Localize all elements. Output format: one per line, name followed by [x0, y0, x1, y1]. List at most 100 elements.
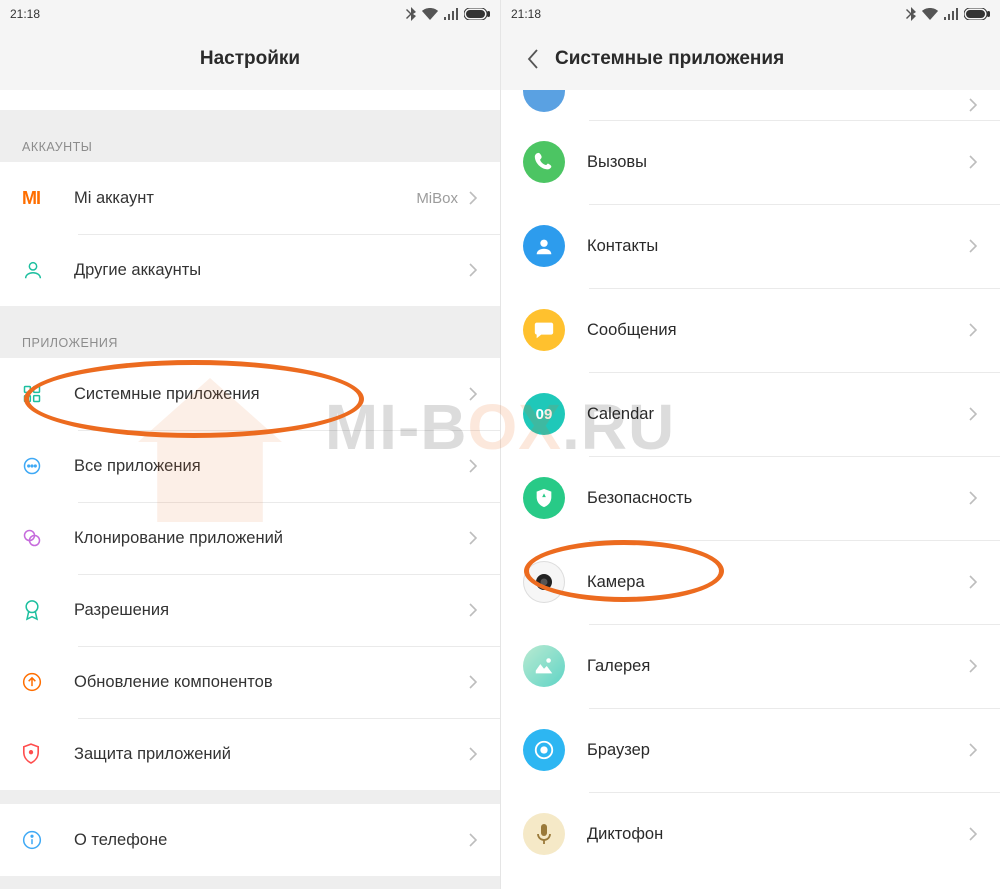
- badge-icon: [22, 599, 66, 621]
- battery-icon: [964, 8, 990, 20]
- status-time: 21:18: [511, 7, 541, 21]
- chevron-left-icon: [527, 49, 538, 69]
- row-app-security[interactable]: Безопасность: [501, 456, 1000, 540]
- row-app-protect[interactable]: Защита приложений: [0, 718, 500, 790]
- screen-settings: 21:18 Настройки АККАУНТЫ MI Mi аккаунт M…: [0, 0, 500, 889]
- row-label: О телефоне: [66, 831, 464, 850]
- row-app-messages[interactable]: Сообщения: [501, 288, 1000, 372]
- chevron-right-icon: [964, 239, 982, 253]
- signal-icon: [444, 8, 458, 20]
- row-app-camera[interactable]: Камера: [501, 540, 1000, 624]
- section-header-apps: ПРИЛОЖЕНИЯ: [0, 320, 500, 358]
- row-label: Защита приложений: [66, 745, 464, 764]
- calendar-icon: 09: [523, 393, 565, 435]
- back-button[interactable]: [519, 49, 545, 69]
- gallery-icon: [523, 645, 565, 687]
- section-header-accounts: АККАУНТЫ: [0, 124, 500, 162]
- row-app-recorder[interactable]: Диктофон: [501, 792, 1000, 876]
- row-app-calendar[interactable]: 09 Calendar: [501, 372, 1000, 456]
- wifi-icon: [922, 8, 938, 20]
- row-permissions[interactable]: Разрешения: [0, 574, 500, 646]
- app-label: Безопасность: [579, 489, 964, 508]
- camera-icon: [523, 561, 565, 603]
- clone-icon: [22, 528, 66, 548]
- grid-icon: [22, 384, 66, 404]
- phone-icon: [523, 141, 565, 183]
- chevron-right-icon: [964, 743, 982, 757]
- row-app-gallery[interactable]: Галерея: [501, 624, 1000, 708]
- app-bar: Системные приложения: [501, 28, 1000, 90]
- app-label: Галерея: [579, 657, 964, 676]
- row-label: Системные приложения: [66, 385, 464, 404]
- row-label: Все приложения: [66, 457, 464, 476]
- app-label: Камера: [579, 573, 964, 592]
- app-bar: Настройки: [0, 28, 500, 90]
- row-value: MiBox: [416, 190, 458, 207]
- row-label: Клонирование приложений: [66, 529, 464, 548]
- status-icons: [406, 7, 490, 21]
- chevron-right-icon: [464, 459, 482, 473]
- battery-icon: [464, 8, 490, 20]
- status-bar: 21:18: [501, 0, 1000, 28]
- app-label: Браузер: [579, 741, 964, 760]
- more-icon: [22, 456, 66, 476]
- chevron-right-icon: [464, 531, 482, 545]
- chevron-right-icon: [964, 155, 982, 169]
- row-other-accounts[interactable]: Другие аккаунты: [0, 234, 500, 306]
- upload-icon: [22, 672, 66, 692]
- chevron-right-icon: [464, 603, 482, 617]
- browser-icon: [523, 729, 565, 771]
- row-component-update[interactable]: Обновление компонентов: [0, 646, 500, 718]
- chevron-right-icon: [964, 323, 982, 337]
- bluetooth-icon: [406, 7, 416, 21]
- recorder-icon: [523, 813, 565, 855]
- chevron-right-icon: [464, 833, 482, 847]
- app-label: Сообщения: [579, 321, 964, 340]
- contacts-icon: [523, 225, 565, 267]
- chevron-right-icon: [964, 827, 982, 841]
- chevron-right-icon: [464, 387, 482, 401]
- row-label: Разрешения: [66, 601, 464, 620]
- chevron-right-icon: [964, 659, 982, 673]
- info-icon: [22, 830, 66, 850]
- row-clone-apps[interactable]: Клонирование приложений: [0, 502, 500, 574]
- security-icon: [523, 477, 565, 519]
- page-title: Системные приложения: [555, 48, 784, 70]
- chevron-right-icon: [464, 191, 482, 205]
- screen-system-apps: 21:18 Системные приложения: [500, 0, 1000, 889]
- app-label: Вызовы: [579, 153, 964, 172]
- system-apps-list[interactable]: Вызовы Контакты Сообщения 09 Calendar: [501, 90, 1000, 889]
- page-title: Настройки: [200, 48, 300, 70]
- chevron-right-icon: [964, 98, 982, 112]
- shield-icon: [22, 743, 66, 765]
- signal-icon: [944, 8, 958, 20]
- bluetooth-icon: [906, 7, 916, 21]
- row-label: Другие аккаунты: [66, 261, 464, 280]
- chevron-right-icon: [464, 747, 482, 761]
- app-icon: [523, 90, 565, 112]
- row-app-contacts[interactable]: Контакты: [501, 204, 1000, 288]
- prev-group-tail: [0, 90, 500, 110]
- chevron-right-icon: [964, 407, 982, 421]
- chevron-right-icon: [464, 675, 482, 689]
- settings-list[interactable]: АККАУНТЫ MI Mi аккаунт MiBox Другие акка…: [0, 90, 500, 889]
- user-icon: [22, 259, 66, 281]
- app-label: Контакты: [579, 237, 964, 256]
- chevron-right-icon: [964, 491, 982, 505]
- chevron-right-icon: [464, 263, 482, 277]
- status-time: 21:18: [10, 7, 40, 21]
- row-about-phone[interactable]: О телефоне: [0, 804, 500, 876]
- row-mi-account[interactable]: MI Mi аккаунт MiBox: [0, 162, 500, 234]
- row-label: Mi аккаунт: [66, 189, 416, 208]
- app-label: Диктофон: [579, 825, 964, 844]
- row-system-apps[interactable]: Системные приложения: [0, 358, 500, 430]
- chevron-right-icon: [964, 575, 982, 589]
- wifi-icon: [422, 8, 438, 20]
- row-app-partial[interactable]: [501, 90, 1000, 120]
- status-icons: [906, 7, 990, 21]
- row-app-calls[interactable]: Вызовы: [501, 120, 1000, 204]
- row-app-browser[interactable]: Браузер: [501, 708, 1000, 792]
- mi-logo-icon: MI: [22, 188, 40, 209]
- status-bar: 21:18: [0, 0, 500, 28]
- row-all-apps[interactable]: Все приложения: [0, 430, 500, 502]
